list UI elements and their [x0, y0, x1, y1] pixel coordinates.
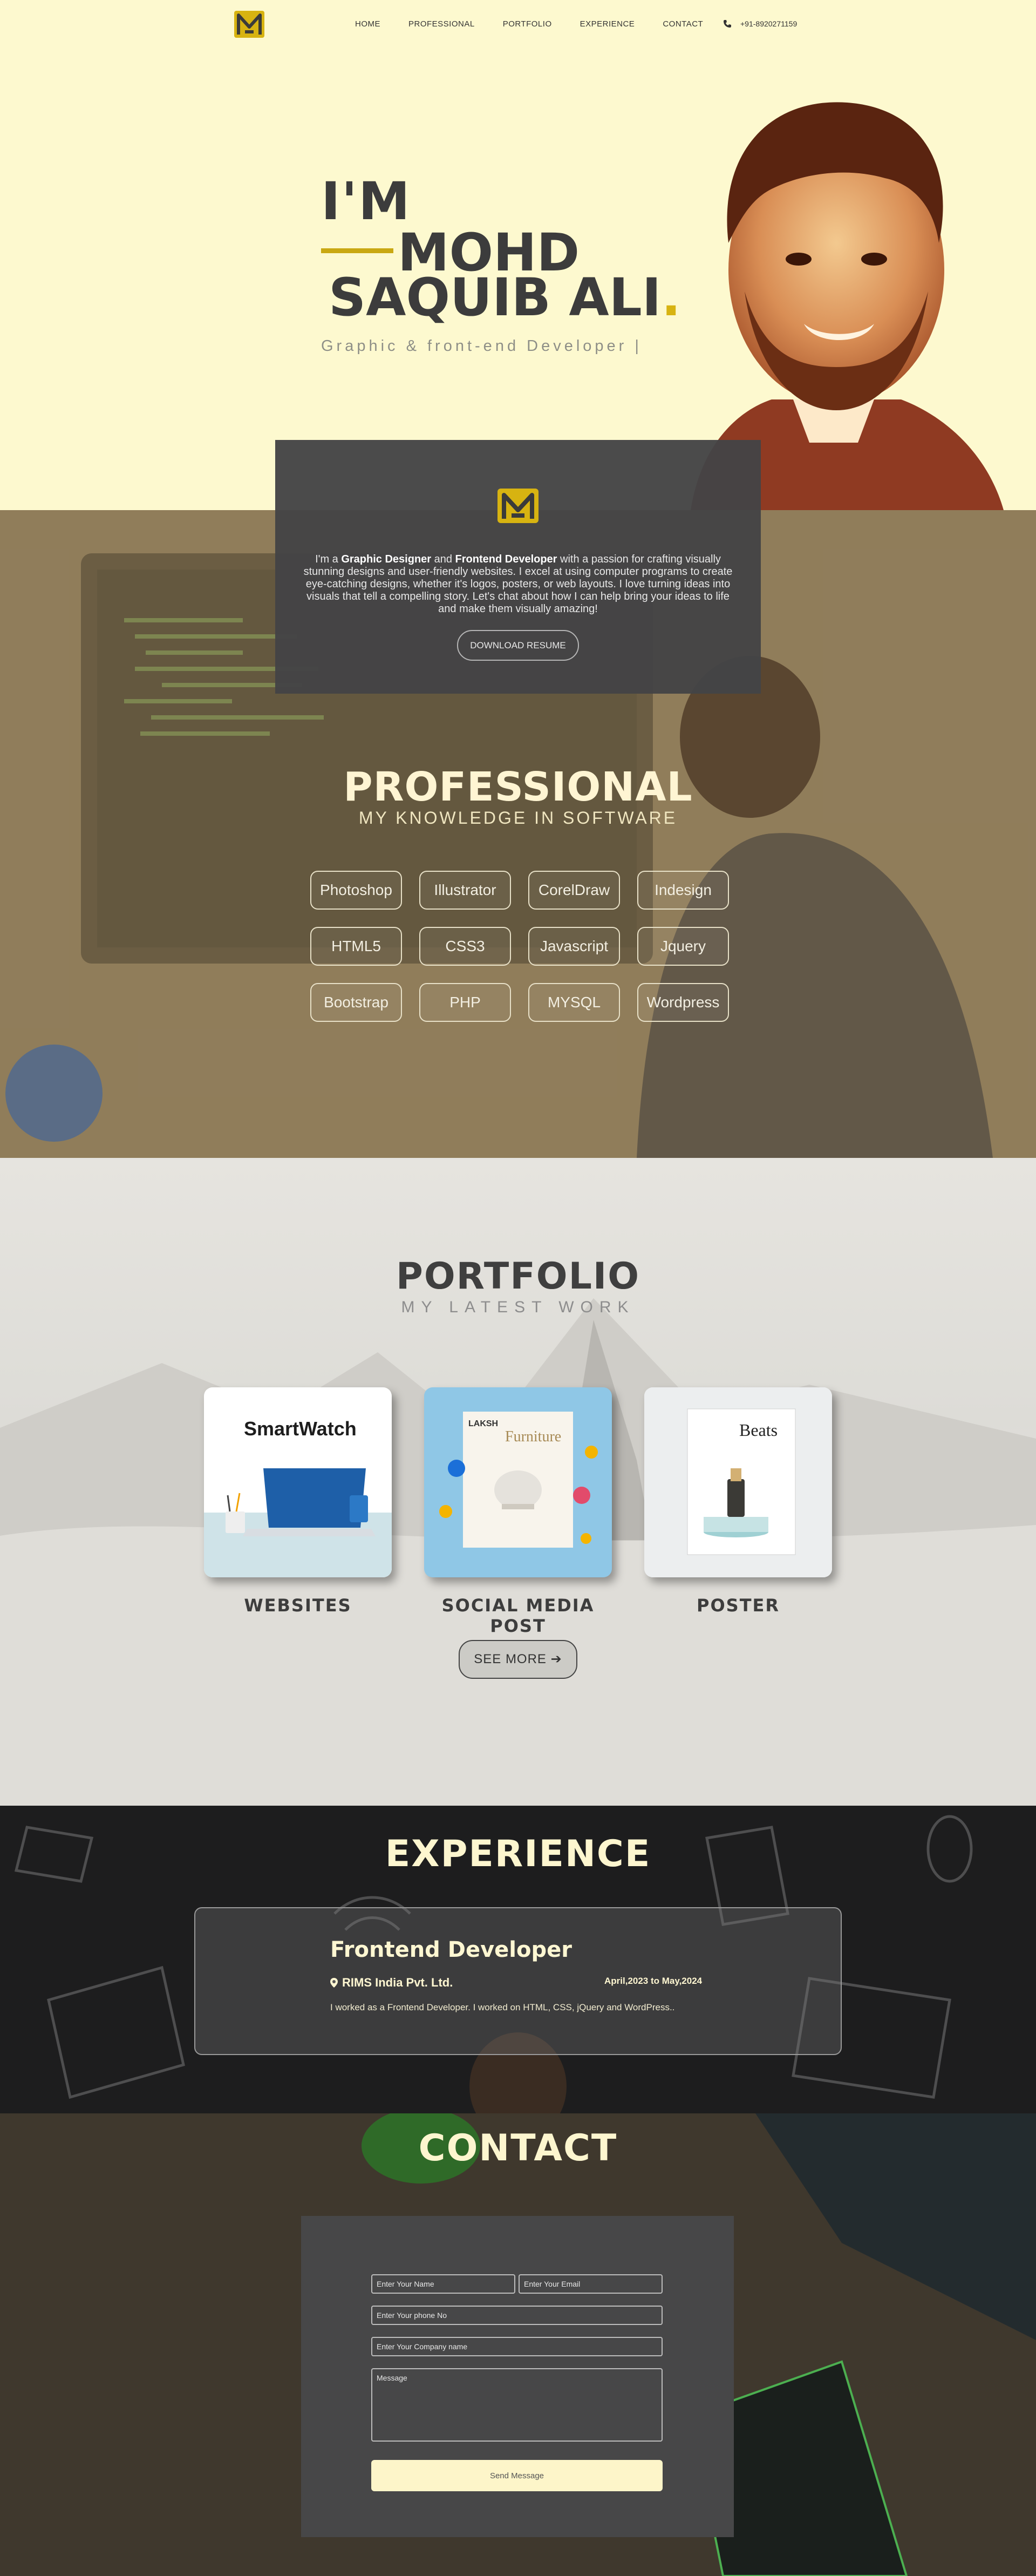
skill-badge: Bootstrap — [310, 983, 402, 1022]
skill-badge: CorelDraw — [528, 871, 620, 910]
card-social-brand: LAKSH — [468, 1419, 498, 1428]
nav-menu: HOME PROFESSIONAL PORTFOLIO EXPERIENCE C… — [355, 19, 731, 29]
nav-phone[interactable]: +91-8920271159 — [723, 19, 797, 28]
top-nav: HOME PROFESSIONAL PORTFOLIO EXPERIENCE C… — [0, 0, 1036, 50]
contact-form: Send Message — [371, 2274, 663, 2491]
download-resume-button[interactable]: DOWNLOAD RESUME — [457, 630, 579, 661]
portfolio-section: PORTFOLIO MY LATEST WORK SmartWatch LAKS… — [0, 1158, 1036, 1806]
phone-input[interactable] — [371, 2306, 663, 2325]
portfolio-title: PORTFOLIO — [396, 1255, 640, 1298]
job-role: Frontend Developer — [330, 1937, 572, 1962]
card-social-headline: Furniture — [505, 1428, 561, 1445]
message-textarea[interactable] — [371, 2368, 663, 2442]
hero-heading: I'M MOHD SAQUIB ALI. Graphic & front-end… — [321, 171, 681, 355]
hero-name-line2: SAQUIB ALI. — [329, 267, 681, 328]
experience-card: Frontend Developer RIMS India Pvt. Ltd. … — [194, 1907, 842, 2055]
phone-number: +91-8920271159 — [740, 19, 798, 28]
logo-icon[interactable] — [231, 6, 268, 42]
contact-section: CONTACT Send Message — [0, 2113, 1036, 2576]
hero-section: I'M MOHD SAQUIB ALI. Graphic & front-end… — [0, 0, 1036, 510]
job-description: I worked as a Frontend Developer. I work… — [330, 2002, 675, 2012]
card-poster-brand: Beats — [739, 1420, 778, 1440]
contact-title: CONTACT — [418, 2127, 618, 2170]
job-company: RIMS India Pvt. Ltd. — [330, 1976, 453, 1990]
contact-card: Send Message — [301, 2216, 734, 2537]
portfolio-cards: SmartWatch LAKSH Furniture Beats — [204, 1387, 832, 1577]
company-input[interactable] — [371, 2337, 663, 2356]
skill-badge: PHP — [419, 983, 511, 1022]
skill-badge: Jquery — [637, 927, 729, 966]
skill-badge: Indesign — [637, 871, 729, 910]
nav-home[interactable]: HOME — [355, 19, 380, 29]
professional-subtitle: MY KNOWLEDGE IN SOFTWARE — [358, 808, 678, 828]
portfolio-card-poster[interactable]: Beats — [644, 1387, 832, 1577]
send-message-button[interactable]: Send Message — [371, 2460, 663, 2491]
arrow-right-icon: ➔ — [550, 1652, 562, 1666]
logo-icon — [497, 489, 539, 523]
label-poster: POSTER — [696, 1595, 780, 1616]
portfolio-card-websites[interactable]: SmartWatch — [204, 1387, 392, 1577]
skill-badge: Javascript — [528, 927, 620, 966]
professional-title: PROFESSIONAL — [343, 764, 693, 810]
skill-badge: Wordpress — [637, 983, 729, 1022]
location-pin-icon — [330, 1978, 338, 1988]
portfolio-subtitle: MY LATEST WORK — [401, 1298, 635, 1316]
job-dates: April,2023 to May,2024 — [604, 1976, 703, 1986]
skill-badge: Illustrator — [419, 871, 511, 910]
phone-icon — [724, 20, 731, 28]
email-input[interactable] — [519, 2274, 663, 2294]
portfolio-labels: WEBSITES SOCIAL MEDIA POST POSTER — [204, 1595, 832, 1636]
nav-portfolio[interactable]: PORTFOLIO — [503, 19, 552, 29]
about-description: I'm a Graphic Designer and Frontend Deve… — [303, 553, 733, 615]
label-social-media-post: SOCIAL MEDIA POST — [441, 1595, 595, 1636]
furniture-post-image: LAKSH Furniture — [439, 1412, 598, 1548]
accent-bar — [321, 248, 393, 253]
hero-subtitle: Graphic & front-end Developer | — [321, 337, 642, 355]
name-input[interactable] — [371, 2274, 515, 2294]
skills-grid: Photoshop Illustrator CorelDraw Indesign… — [310, 871, 729, 1022]
portfolio-card-social-media[interactable]: LAKSH Furniture — [424, 1387, 612, 1577]
skill-badge: CSS3 — [419, 927, 511, 966]
skill-badge: HTML5 — [310, 927, 402, 966]
laptop-mockup-image — [204, 1468, 392, 1577]
skill-badge: Photoshop — [310, 871, 402, 910]
nav-experience[interactable]: EXPERIENCE — [580, 19, 635, 29]
nav-professional[interactable]: PROFESSIONAL — [408, 19, 475, 29]
name-email-row — [371, 2274, 663, 2306]
hero-im: I'M — [321, 171, 411, 232]
about-card: I'm a Graphic Designer and Frontend Deve… — [275, 440, 761, 694]
perfume-poster-image: Beats — [644, 1387, 832, 1577]
skill-badge: MYSQL — [528, 983, 620, 1022]
see-more-button[interactable]: SEE MORE ➔ — [459, 1640, 577, 1679]
experience-section: EXPERIENCE Frontend Developer RIMS India… — [0, 1806, 1036, 2113]
label-websites: WEBSITES — [244, 1595, 352, 1616]
nav-contact[interactable]: CONTACT — [663, 19, 703, 29]
experience-title: EXPERIENCE — [385, 1833, 651, 1875]
